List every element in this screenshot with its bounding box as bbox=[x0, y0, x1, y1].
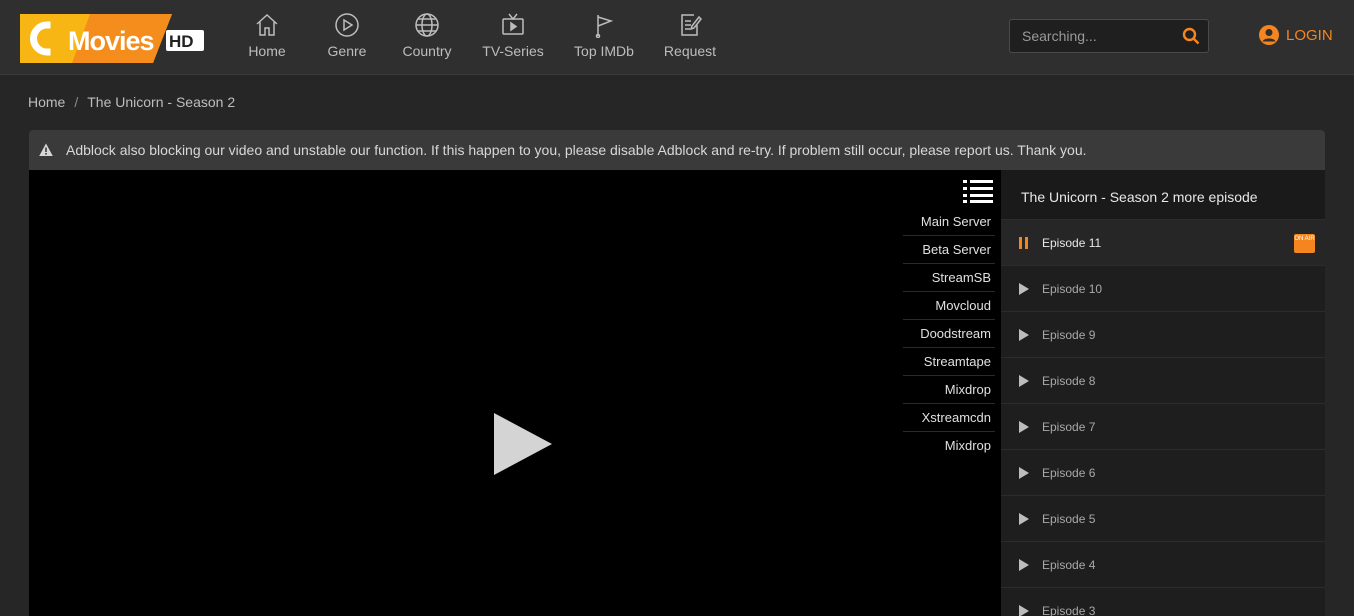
server-item[interactable]: Movcloud bbox=[903, 292, 995, 320]
list-menu-icon[interactable] bbox=[963, 179, 993, 203]
nav-genre[interactable]: Genre bbox=[302, 0, 392, 75]
server-item[interactable]: Xstreamcdn bbox=[903, 404, 995, 432]
adblock-alert: Adblock also blocking our video and unst… bbox=[29, 130, 1325, 170]
episode-item[interactable]: Episode 6 bbox=[1001, 450, 1325, 496]
site-logo[interactable]: Movies HD bbox=[20, 14, 204, 63]
login-label: LOGIN bbox=[1286, 26, 1333, 44]
episode-panel: The Unicorn - Season 2 more episode Epis… bbox=[1001, 170, 1325, 616]
episode-label: Episode 7 bbox=[1042, 419, 1096, 434]
breadcrumb-current: The Unicorn - Season 2 bbox=[87, 94, 236, 110]
search-input[interactable] bbox=[1010, 20, 1176, 52]
flag-icon bbox=[595, 15, 614, 38]
nav-tv-series-label: TV-Series bbox=[482, 43, 544, 59]
play-icon[interactable] bbox=[492, 413, 552, 475]
play-icon bbox=[1019, 328, 1029, 341]
play-circle-icon bbox=[335, 13, 359, 37]
play-icon bbox=[1019, 420, 1029, 433]
server-item[interactable]: Beta Server bbox=[903, 236, 995, 264]
play-icon bbox=[1019, 604, 1029, 616]
episode-item[interactable]: Episode 10 bbox=[1001, 266, 1325, 312]
site-header: Movies HD Home Genre Country TV-Series T… bbox=[0, 0, 1354, 75]
nav-home-label: Home bbox=[248, 43, 286, 59]
play-icon bbox=[1019, 558, 1029, 571]
episode-label: Episode 10 bbox=[1042, 281, 1103, 296]
login-button[interactable]: LOGIN bbox=[1258, 24, 1333, 46]
edit-document-icon bbox=[681, 14, 702, 36]
episode-label: Episode 11 bbox=[1042, 235, 1102, 250]
on-air-badge: ON AIR bbox=[1294, 234, 1315, 253]
episode-item[interactable]: Episode 4 bbox=[1001, 542, 1325, 588]
play-icon bbox=[1019, 512, 1029, 525]
episode-item[interactable]: Episode 9 bbox=[1001, 312, 1325, 358]
globe-icon bbox=[415, 13, 439, 37]
breadcrumb-separator: / bbox=[74, 94, 79, 110]
nav-country-label: Country bbox=[402, 43, 452, 59]
user-circle-icon bbox=[1259, 25, 1279, 45]
nav-top-imdb[interactable]: Top IMDb bbox=[564, 0, 644, 75]
svg-text:Movies: Movies bbox=[68, 26, 154, 56]
nav-top-imdb-label: Top IMDb bbox=[574, 43, 634, 59]
pause-icon bbox=[1019, 236, 1028, 249]
nav-tv-series[interactable]: TV-Series bbox=[462, 0, 564, 75]
alert-text: Adblock also blocking our video and unst… bbox=[66, 142, 1087, 158]
episode-label: Episode 3 bbox=[1042, 603, 1096, 616]
warning-icon bbox=[39, 143, 53, 156]
episode-label: Episode 5 bbox=[1042, 511, 1096, 526]
server-item[interactable]: Mixdrop bbox=[903, 376, 995, 404]
tv-icon bbox=[502, 13, 524, 35]
server-item[interactable]: Doodstream bbox=[903, 320, 995, 348]
server-list: Main Server Beta Server StreamSB Movclou… bbox=[903, 208, 995, 460]
nav-request-label: Request bbox=[663, 43, 717, 59]
play-icon bbox=[1019, 374, 1029, 387]
nav-country[interactable]: Country bbox=[392, 0, 462, 75]
server-item[interactable]: StreamSB bbox=[903, 264, 995, 292]
play-icon bbox=[1019, 282, 1029, 295]
nav-request[interactable]: Request bbox=[644, 0, 736, 75]
search-box bbox=[1009, 19, 1209, 53]
episode-item[interactable]: Episode 3 bbox=[1001, 588, 1325, 616]
breadcrumb: Home / The Unicorn - Season 2 bbox=[28, 94, 235, 110]
main-nav: Home Genre Country TV-Series Top IMDb Re… bbox=[232, 0, 736, 75]
nav-home[interactable]: Home bbox=[232, 0, 302, 75]
search-icon[interactable] bbox=[1182, 27, 1200, 45]
episode-item[interactable]: Episode 11 ON AIR bbox=[1001, 220, 1325, 266]
episode-label: Episode 6 bbox=[1042, 465, 1096, 480]
play-icon bbox=[1019, 466, 1029, 479]
svg-text:HD: HD bbox=[169, 32, 194, 51]
home-icon bbox=[256, 13, 278, 36]
server-item[interactable]: Main Server bbox=[903, 208, 995, 236]
episode-item[interactable]: Episode 5 bbox=[1001, 496, 1325, 542]
episode-label: Episode 4 bbox=[1042, 557, 1096, 572]
episode-label: Episode 9 bbox=[1042, 327, 1096, 342]
breadcrumb-home[interactable]: Home bbox=[28, 94, 65, 110]
nav-genre-label: Genre bbox=[327, 43, 367, 59]
episode-panel-title: The Unicorn - Season 2 more episode bbox=[1001, 170, 1325, 220]
video-player[interactable]: Main Server Beta Server StreamSB Movclou… bbox=[29, 170, 1001, 616]
server-item[interactable]: Mixdrop bbox=[903, 432, 995, 460]
server-item[interactable]: Streamtape bbox=[903, 348, 995, 376]
episode-item[interactable]: Episode 7 bbox=[1001, 404, 1325, 450]
episode-item[interactable]: Episode 8 bbox=[1001, 358, 1325, 404]
episode-label: Episode 8 bbox=[1042, 373, 1096, 388]
